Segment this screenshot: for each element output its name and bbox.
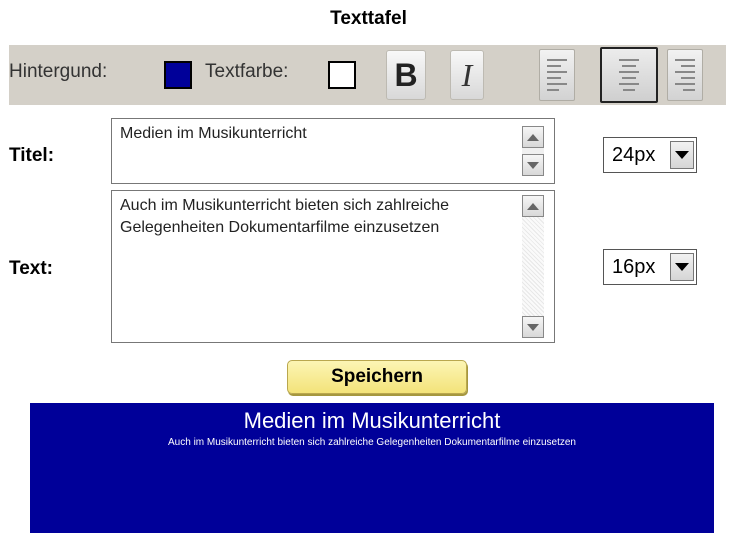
chevron-down-icon[interactable] [670, 141, 694, 169]
textcolor-label: Textfarbe: [205, 61, 289, 82]
title-input[interactable]: Medien im Musikunterricht [111, 118, 555, 184]
scroll-down-button[interactable] [522, 316, 544, 338]
text-size-select[interactable]: 16px [603, 249, 697, 285]
align-left-button[interactable] [539, 49, 575, 101]
align-center-icon [619, 59, 639, 91]
scroll-up-button[interactable] [522, 195, 544, 217]
align-right-button[interactable] [667, 49, 703, 101]
preview-panel: Medien im Musikunterricht Auch im Musiku… [30, 403, 714, 533]
align-left-icon [547, 59, 567, 91]
text-color-swatch[interactable] [328, 61, 356, 89]
background-label: Hintergund: [9, 61, 108, 82]
scroll-down-button[interactable] [522, 154, 544, 176]
page-title: Texttafel [330, 8, 407, 29]
title-size-select[interactable]: 24px [603, 137, 697, 173]
title-scrollbar[interactable] [522, 126, 544, 176]
title-field-label: Titel: [9, 145, 55, 166]
preview-title: Medien im Musikunterricht [243, 408, 501, 433]
formatting-toolbar: Hintergund: Textfarbe: B I [9, 45, 726, 105]
scroll-up-button[interactable] [522, 126, 544, 148]
background-color-swatch[interactable] [164, 61, 192, 89]
arrow-up-icon [527, 202, 539, 210]
save-button[interactable]: Speichern [287, 360, 467, 394]
arrow-up-icon [527, 133, 539, 141]
chevron-down-icon[interactable] [670, 253, 694, 281]
align-center-button[interactable] [600, 47, 658, 103]
bold-icon: B [394, 56, 418, 93]
align-right-icon [675, 59, 695, 91]
arrow-down-icon [527, 161, 539, 169]
text-scrollbar[interactable] [522, 195, 544, 338]
italic-icon: I [461, 56, 473, 93]
text-input[interactable]: Auch im Musikunterricht bieten sich zahl… [111, 190, 555, 343]
title-size-value: 24px [612, 143, 656, 166]
italic-button[interactable]: I [450, 50, 484, 100]
preview-text: Auch im Musikunterricht bieten sich zahl… [168, 437, 576, 448]
bold-button[interactable]: B [386, 50, 426, 100]
text-size-value: 16px [612, 255, 656, 278]
arrow-down-icon [527, 323, 539, 331]
title-textarea-wrapper: Medien im Musikunterricht [111, 118, 555, 184]
text-field-label: Text: [9, 258, 53, 279]
text-textarea-wrapper: Auch im Musikunterricht bieten sich zahl… [111, 190, 555, 343]
